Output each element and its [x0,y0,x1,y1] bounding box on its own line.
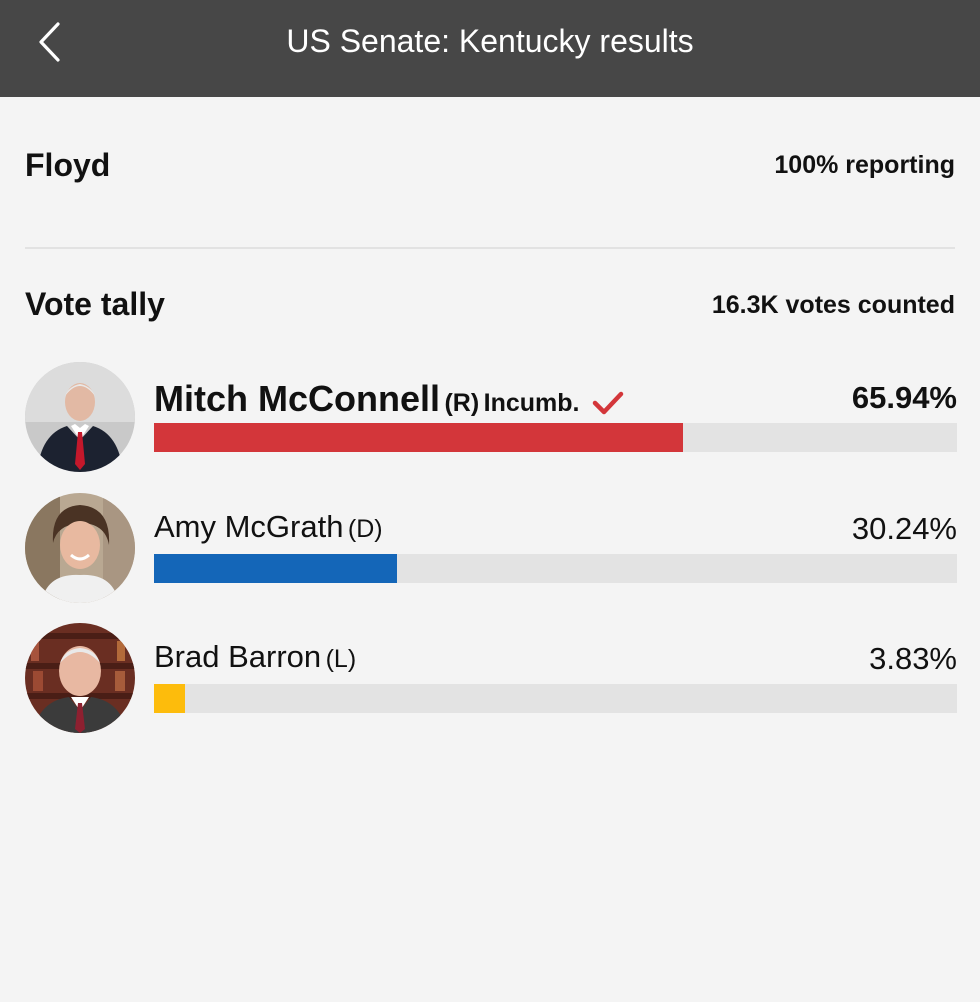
candidate-row-barron[interactable]: Brad Barron (L) 3.83% [25,623,957,733]
vote-share-fill [154,684,185,713]
candidate-row-mcgrath[interactable]: Amy McGrath (D) 30.24% [25,493,957,603]
vote-share-fill [154,554,397,583]
candidate-name: Amy McGrath [154,509,344,544]
candidate-row-mcconnell[interactable]: Mitch McConnell (R) Incumb. 65.94% [25,362,957,472]
reporting-status: 100% reporting [774,151,955,179]
candidate-name: Mitch McConnell [154,378,440,419]
avatar [25,362,135,472]
votes-counted: 16.3K votes counted [711,291,955,319]
page-title: US Senate: Kentucky results [286,23,694,59]
candidate-percent: 30.24% [851,511,957,546]
winner-check-icon [592,391,624,415]
candidate-party: (D) [347,515,383,543]
top-app-bar: US Senate: Kentucky results [0,0,980,97]
county-header: Floyd 100% reporting [25,145,955,189]
candidate-party: (R) [444,389,480,417]
vote-share-bar [154,684,957,713]
candidate-percent: 3.83% [869,641,957,676]
vote-share-bar [154,554,957,583]
incumbent-label: Incumb. [483,389,580,417]
county-name: Floyd [25,147,111,183]
candidate-name-line: Brad Barron (L) [154,639,356,675]
vote-share-fill [154,423,684,452]
vote-share-bar [154,423,957,452]
candidate-name: Brad Barron [154,639,322,674]
vote-tally-heading: Vote tally [25,286,165,322]
candidate-percent: 65.94% [851,380,957,415]
candidate-name-line: Mitch McConnell (R) Incumb. [154,378,624,420]
avatar [25,493,135,603]
divider [25,247,955,249]
candidate-name-line: Amy McGrath (D) [154,509,383,545]
candidate-party: (L) [325,645,357,673]
avatar [25,623,135,733]
